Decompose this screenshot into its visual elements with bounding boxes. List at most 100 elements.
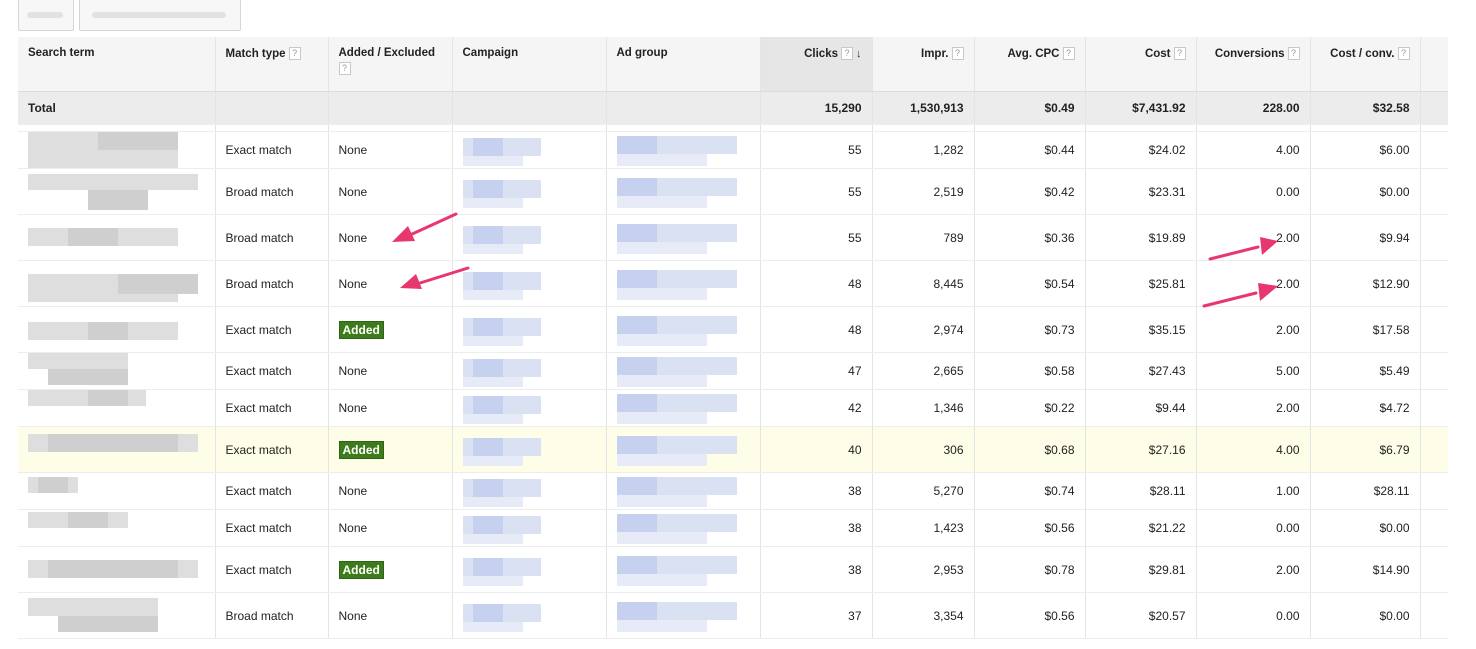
ad-group-cell[interactable] [606,472,761,510]
campaign-cell[interactable] [452,214,607,261]
redacted-ad-group-link[interactable] [616,390,750,426]
search-term-cell[interactable] [18,306,216,353]
ad-group-cell[interactable] [606,546,761,593]
search-term-cell[interactable] [18,426,216,473]
help-icon[interactable]: ? [1287,47,1300,60]
column-header-conversions[interactable]: Conversions? [1196,37,1311,92]
redacted-ad-group-link[interactable] [616,473,750,509]
campaign-cell[interactable] [452,352,607,390]
ad-group-cell[interactable] [606,214,761,261]
redacted-campaign-link[interactable] [462,220,596,256]
redacted-ad-group-link[interactable] [616,220,750,256]
ad-group-cell[interactable] [606,352,761,390]
redacted-ad-group-link[interactable] [616,312,750,348]
column-header-added-excluded[interactable]: Added / Excluded? [328,37,453,92]
campaign-cell[interactable] [452,131,607,169]
column-header-search-term[interactable]: Search term [18,37,216,92]
redacted-ad-group-link[interactable] [616,132,750,168]
redacted-campaign-link[interactable] [462,432,596,468]
toolbar-button[interactable] [18,0,74,31]
toolbar-button[interactable] [79,0,241,31]
ad-group-cell[interactable] [606,389,761,427]
match-type-cell: Exact match [215,546,329,593]
column-header-campaign[interactable]: Campaign [452,37,607,92]
ad-group-cell[interactable] [606,509,761,547]
column-header-cost[interactable]: Cost? [1085,37,1197,92]
campaign-cell[interactable] [452,389,607,427]
sort-descending-icon[interactable]: ↓ [856,48,862,60]
redacted-ad-group-link[interactable] [616,432,750,468]
table-row[interactable]: Exact match Added 38 2,953 $0.78 $29.81 … [18,546,1448,593]
table-row[interactable]: Broad match None 37 3,354 $0.56 $20.57 0… [18,592,1448,639]
ad-group-cell[interactable] [606,592,761,639]
redacted-campaign-link[interactable] [462,174,596,210]
table-row[interactable]: Exact match None 47 2,665 $0.58 $27.43 5… [18,352,1448,390]
table-row[interactable]: Exact match None 38 1,423 $0.56 $21.22 0… [18,509,1448,547]
redacted-ad-group-link[interactable] [616,552,750,588]
search-term-cell[interactable] [18,546,216,593]
table-row[interactable]: Exact match Added 48 2,974 $0.73 $35.15 … [18,306,1448,353]
campaign-cell[interactable] [452,509,607,547]
ad-group-cell[interactable] [606,426,761,473]
table-row[interactable]: Broad match None 48 8,445 $0.54 $25.81 2… [18,260,1448,307]
campaign-cell[interactable] [452,472,607,510]
campaign-cell[interactable] [452,260,607,307]
table-row[interactable]: Broad match None 55 2,519 $0.42 $23.31 0… [18,168,1448,215]
redacted-ad-group-link[interactable] [616,266,750,302]
help-icon[interactable]: ? [1173,47,1186,60]
cost-cell: $35.15 [1085,306,1197,353]
redacted-campaign-link[interactable] [462,552,596,588]
redacted-campaign-link[interactable] [462,312,596,348]
clicks-cell: 48 [760,306,873,353]
column-header-match-type[interactable]: Match type? [215,37,329,92]
ad-group-cell[interactable] [606,260,761,307]
search-term-cell[interactable] [18,352,216,390]
search-term-cell[interactable] [18,389,216,427]
table-row[interactable]: Exact match None 55 1,282 $0.44 $24.02 4… [18,131,1448,169]
redacted-campaign-link[interactable] [462,473,596,509]
ad-group-cell[interactable] [606,168,761,215]
redacted-campaign-link[interactable] [462,353,596,389]
redacted-ad-group-link[interactable] [616,353,750,389]
help-icon[interactable]: ? [951,47,964,60]
redacted-ad-group-link[interactable] [616,510,750,546]
help-icon[interactable]: ? [338,62,351,75]
redacted-campaign-link[interactable] [462,390,596,426]
help-icon[interactable]: ? [1397,47,1410,60]
redacted-ad-group-link[interactable] [616,598,750,634]
campaign-cell[interactable] [452,168,607,215]
clicks-cell: 55 [760,168,873,215]
help-icon[interactable]: ? [1062,47,1075,60]
campaign-cell[interactable] [452,546,607,593]
redacted-campaign-link[interactable] [462,132,596,168]
redacted-campaign-link[interactable] [462,510,596,546]
search-term-cell[interactable] [18,592,216,639]
column-header-clicks[interactable]: Clicks? ↓ [760,37,873,92]
table-row[interactable]: Exact match Added 40 306 $0.68 $27.16 4.… [18,426,1448,473]
column-header-ad-group[interactable]: Ad group [606,37,761,92]
search-term-cell[interactable] [18,472,216,510]
ad-group-cell[interactable] [606,131,761,169]
help-icon[interactable]: ? [288,47,301,60]
search-term-cell[interactable] [18,168,216,215]
column-header-cost-per-conversion[interactable]: Cost / conv.? [1310,37,1421,92]
redacted-campaign-link[interactable] [462,266,596,302]
campaign-cell[interactable] [452,306,607,353]
table-row[interactable]: Broad match None 55 789 $0.36 $19.89 2.0… [18,214,1448,261]
search-term-cell[interactable] [18,509,216,547]
column-header-impr[interactable]: Impr.? [872,37,975,92]
search-term-cell[interactable] [18,214,216,261]
match-type-cell: Broad match [215,592,329,639]
redacted-campaign-link[interactable] [462,598,596,634]
campaign-cell[interactable] [452,426,607,473]
column-header-avg-cpc[interactable]: Avg. CPC? [974,37,1086,92]
ad-group-cell[interactable] [606,306,761,353]
cost-cell: $9.44 [1085,389,1197,427]
help-icon[interactable]: ? [841,47,853,60]
table-row[interactable]: Exact match None 38 5,270 $0.74 $28.11 1… [18,472,1448,510]
search-term-cell[interactable] [18,260,216,307]
table-row[interactable]: Exact match None 42 1,346 $0.22 $9.44 2.… [18,389,1448,427]
redacted-ad-group-link[interactable] [616,174,750,210]
search-term-cell[interactable] [18,131,216,169]
campaign-cell[interactable] [452,592,607,639]
